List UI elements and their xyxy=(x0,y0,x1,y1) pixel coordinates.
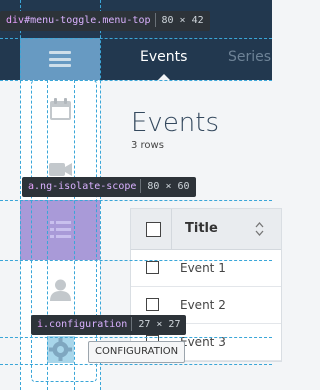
tooltip-dims: 27 × 27 xyxy=(138,319,181,330)
inspector-tooltip-menu-toggle: div#menu-toggle.menu-top 80 × 42 xyxy=(0,11,210,31)
header-divider xyxy=(171,209,172,249)
tab-events[interactable]: Events xyxy=(140,49,187,65)
tooltip-selector: .ng-isolate-scope xyxy=(34,181,137,192)
sidebar-item-users[interactable] xyxy=(20,260,100,320)
inspector-tooltip-configuration-icon: i.configuration 27 × 27 xyxy=(31,315,187,335)
tab-series[interactable]: Series xyxy=(228,49,271,65)
user-icon xyxy=(50,279,71,301)
sidebar-item-calendar[interactable] xyxy=(20,80,100,140)
row-checkbox[interactable] xyxy=(146,298,159,311)
events-table: Title Event 1 Event 2 Event 3 xyxy=(130,208,282,362)
page-title: Events xyxy=(131,108,220,138)
table-row[interactable]: Event 1 xyxy=(131,250,281,287)
tooltip-tag: div xyxy=(6,15,25,26)
tooltip-dims: 80 × 60 xyxy=(147,181,190,192)
select-all-checkbox[interactable] xyxy=(146,222,161,237)
list-icon xyxy=(50,221,71,238)
sidebar-item-events[interactable] xyxy=(20,200,100,260)
tooltip-dims: 80 × 42 xyxy=(161,15,204,26)
table-header: Title xyxy=(131,209,281,250)
menu-toggle-button[interactable] xyxy=(20,38,100,80)
row-checkbox[interactable] xyxy=(146,261,159,274)
calendar-icon xyxy=(50,98,71,120)
row-title: Event 1 xyxy=(180,261,226,275)
sort-icon[interactable] xyxy=(255,220,264,238)
inspector-tooltip-nav-link: a.ng-isolate-scope 80 × 60 xyxy=(22,177,196,197)
column-header-title[interactable]: Title xyxy=(185,221,218,236)
row-title: Event 3 xyxy=(180,335,226,349)
tooltip-selector: .configuration xyxy=(43,319,128,330)
hamburger-icon xyxy=(49,51,71,67)
gear-icon xyxy=(47,336,74,363)
hover-tooltip-configuration: CONFIGURATION xyxy=(88,341,186,363)
tooltip-selector: #menu-toggle.menu-top xyxy=(24,15,151,26)
row-count: 3 rows xyxy=(131,140,164,151)
row-title: Event 2 xyxy=(180,298,226,312)
